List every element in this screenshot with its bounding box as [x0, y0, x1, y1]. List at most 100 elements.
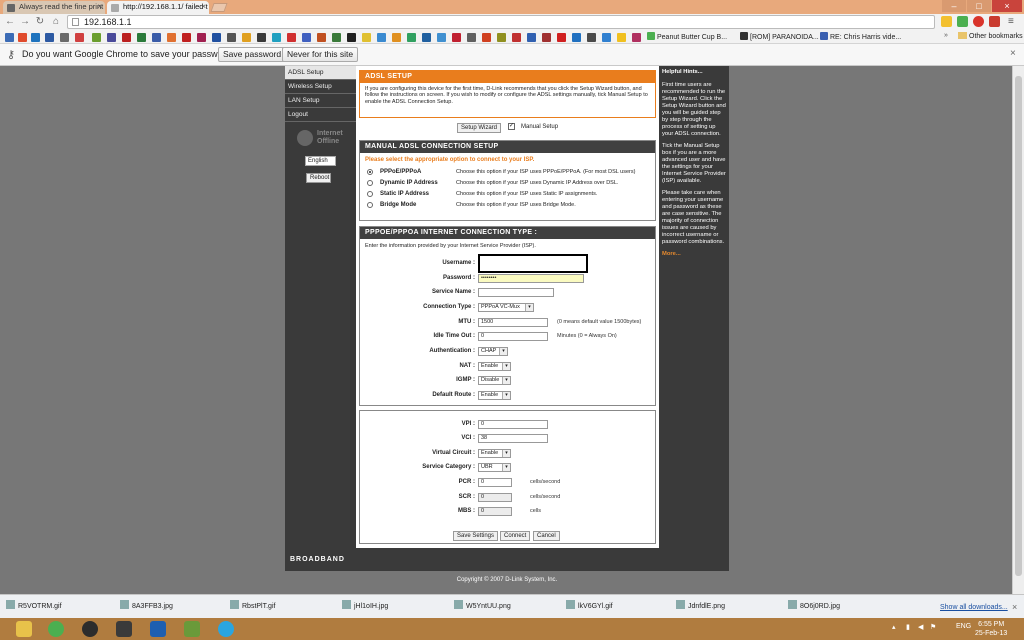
bookmark-icon[interactable]	[557, 33, 566, 42]
vertical-scrollbar[interactable]	[1012, 66, 1024, 594]
tab-router[interactable]: http://192.168.1.1/ failed t ×	[107, 1, 209, 14]
minimize-button[interactable]: –	[942, 0, 966, 12]
bookmark-icon[interactable]	[257, 33, 266, 42]
default-route-select[interactable]: Enable ▾	[478, 391, 511, 400]
bookmark-icon[interactable]	[152, 33, 161, 42]
home-icon[interactable]: ⌂	[50, 16, 62, 28]
bookmark-icon[interactable]	[272, 33, 281, 42]
bookmark-icon[interactable]	[242, 33, 251, 42]
close-infobar-icon[interactable]: ×	[1010, 48, 1016, 59]
bookmark-icon[interactable]	[602, 33, 611, 42]
vci-input[interactable]: 38	[478, 434, 548, 443]
language-select[interactable]: English	[305, 156, 336, 166]
bookmark-icon[interactable]	[362, 33, 371, 42]
system-clock[interactable]: 6:55 PM 25-Feb-13	[975, 620, 1007, 638]
bookmark-icon[interactable]	[167, 33, 176, 42]
close-tab-icon[interactable]: ×	[201, 2, 206, 11]
bookmark-icon[interactable]	[212, 33, 221, 42]
skype-icon[interactable]	[218, 621, 234, 637]
gmail-icon[interactable]	[989, 16, 1000, 27]
close-tab-icon[interactable]: ×	[97, 2, 102, 11]
bookmark-icon[interactable]	[31, 33, 40, 42]
tab-fine-print[interactable]: Always read the fine print ×	[3, 1, 105, 14]
bookmark-icon[interactable]	[18, 33, 27, 42]
bookmark-icon[interactable]	[347, 33, 356, 42]
bookmark-icon[interactable]	[182, 33, 191, 42]
pppoe-radio[interactable]	[367, 169, 373, 175]
download-item[interactable]: jHl1oIH.jpg	[342, 600, 388, 614]
more-hints-link[interactable]: More...	[662, 251, 726, 258]
minecraft-icon[interactable]	[184, 621, 200, 637]
bookmark-icon[interactable]	[45, 33, 54, 42]
download-item[interactable]: 8A3FFB3.jpg	[120, 600, 173, 614]
download-item[interactable]: lkV6GYl.gif	[566, 600, 613, 614]
bookmark-icon[interactable]	[60, 33, 69, 42]
download-item[interactable]: JdnfdlE.png	[676, 600, 725, 614]
other-bookmarks[interactable]: Other bookmarks	[958, 32, 1023, 40]
service-category-select[interactable]: UBR ▾	[478, 463, 511, 472]
virtual-circuit-select[interactable]: Enable ▾	[478, 449, 511, 458]
bookmark-icon[interactable]	[317, 33, 326, 42]
password-input[interactable]: ••••••••	[478, 274, 584, 283]
new-tab-button[interactable]	[210, 3, 228, 12]
address-bar[interactable]: 192.168.1.1 ☆	[67, 15, 999, 29]
manual-setup-checkbox[interactable]: ✓	[508, 123, 515, 130]
back-icon[interactable]: ←	[4, 16, 16, 28]
spotify-icon[interactable]	[82, 621, 98, 637]
network-icon[interactable]: ▮	[906, 623, 910, 631]
bridge-mode-radio[interactable]	[367, 202, 373, 208]
bookmark-icon[interactable]	[287, 33, 296, 42]
scr-input[interactable]: 0	[478, 493, 512, 502]
save-password-button[interactable]: Save password	[218, 47, 287, 62]
tray-arrow-icon[interactable]: ▴	[892, 623, 896, 631]
nav-adsl-setup[interactable]: ADSL Setup	[285, 66, 356, 80]
volume-icon[interactable]: ◀	[918, 623, 923, 631]
bookmark-icon[interactable]	[392, 33, 401, 42]
bookmark-icon[interactable]	[92, 33, 101, 42]
file-explorer-icon[interactable]	[16, 621, 32, 637]
download-item[interactable]: RbstPlT.gif	[230, 600, 275, 614]
outlook-icon[interactable]	[150, 621, 166, 637]
mbs-input[interactable]: 0	[478, 507, 512, 516]
bookmark-icon[interactable]	[632, 33, 641, 42]
bookmark-icon[interactable]	[377, 33, 386, 42]
extension-icon[interactable]	[941, 16, 952, 27]
never-for-site-button[interactable]: Never for this site	[282, 47, 359, 62]
bookmark-icon[interactable]	[407, 33, 416, 42]
authentication-select[interactable]: CHAP ▾	[478, 347, 508, 356]
save-settings-button[interactable]: Save Settings	[453, 531, 499, 541]
maximize-button[interactable]: □	[967, 0, 991, 12]
bookmark-icon[interactable]	[437, 33, 446, 42]
bookmark-icon[interactable]	[572, 33, 581, 42]
username-input[interactable]	[478, 254, 588, 273]
scrollbar-thumb[interactable]	[1015, 76, 1022, 576]
extension-icon[interactable]	[973, 16, 984, 27]
bookmark-icon[interactable]	[5, 33, 14, 42]
cancel-button[interactable]: Cancel	[533, 531, 560, 541]
setup-wizard-button[interactable]: Setup Wizard	[457, 123, 502, 133]
bookmark-icon[interactable]	[197, 33, 206, 42]
language-indicator[interactable]: ENG	[956, 623, 971, 630]
download-item[interactable]: W5YntUU.png	[454, 600, 511, 614]
bookmark-icon[interactable]	[107, 33, 116, 42]
bookmark-icon[interactable]	[512, 33, 521, 42]
reload-icon[interactable]: ↻	[34, 16, 46, 28]
bookmark-icon[interactable]	[122, 33, 131, 42]
reboot-button[interactable]: Reboot	[306, 173, 331, 183]
bookmark-icon[interactable]	[137, 33, 146, 42]
download-item[interactable]: R5VOTRM.gif	[6, 600, 62, 614]
dynamic-ip-radio[interactable]	[367, 180, 373, 186]
pcr-input[interactable]: 0	[478, 478, 512, 487]
bookmark-icon[interactable]	[227, 33, 236, 42]
nav-wireless-setup[interactable]: Wireless Setup	[285, 80, 356, 94]
idle-timeout-input[interactable]: 0	[478, 332, 548, 341]
close-window-button[interactable]: ×	[992, 0, 1022, 12]
bookmark-icon[interactable]	[542, 33, 551, 42]
bookmark-icon[interactable]	[482, 33, 491, 42]
bookmark-icon[interactable]	[527, 33, 536, 42]
bookmark-icon[interactable]	[75, 33, 84, 42]
flag-icon[interactable]: ⚑	[930, 623, 936, 631]
bookmark-icon[interactable]	[302, 33, 311, 42]
nav-lan-setup[interactable]: LAN Setup	[285, 94, 356, 108]
connect-button[interactable]: Connect	[500, 531, 531, 541]
